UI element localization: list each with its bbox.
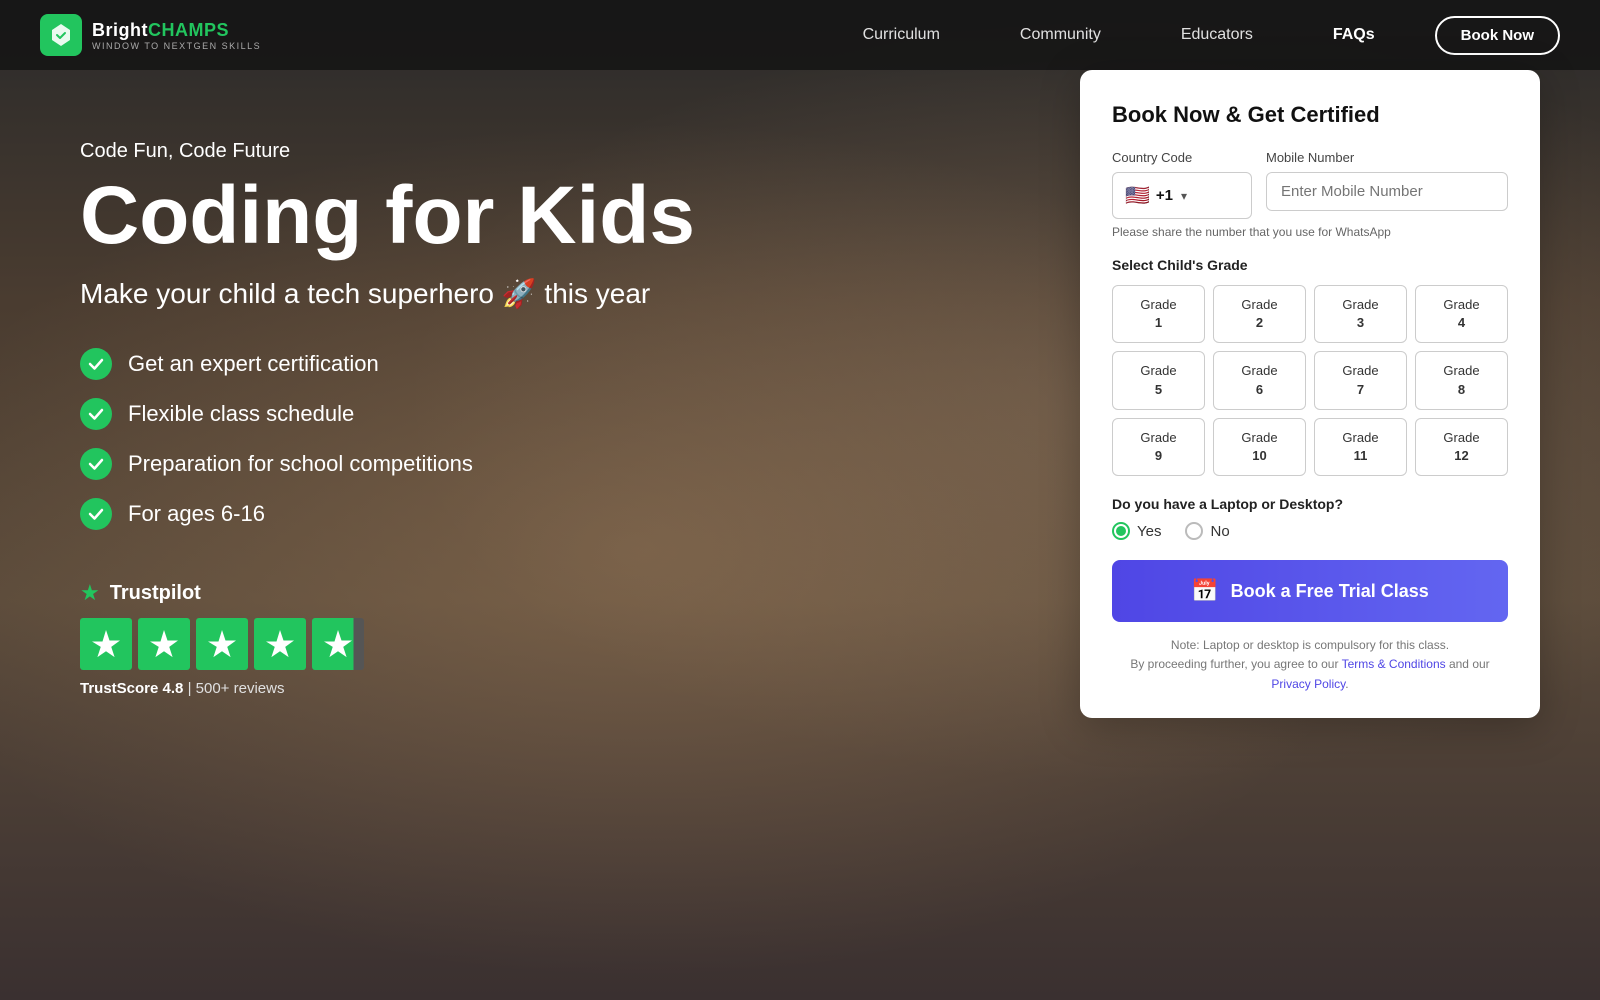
hero-title: Coding for Kids: [80, 173, 780, 259]
grade-btn-11[interactable]: Grade11: [1314, 418, 1407, 476]
form-title: Book Now & Get Certified: [1112, 102, 1508, 128]
chevron-down-icon: ▾: [1181, 189, 1187, 203]
check-icon-3: [80, 448, 112, 480]
nav-curriculum[interactable]: Curriculum: [863, 26, 940, 44]
calendar-icon: 📅: [1191, 578, 1218, 604]
book-trial-button[interactable]: 📅 Book a Free Trial Class: [1112, 560, 1508, 622]
grade-btn-10[interactable]: Grade10: [1213, 418, 1306, 476]
feature-text-3: Preparation for school competitions: [128, 451, 473, 477]
privacy-link[interactable]: Privacy Policy: [1271, 677, 1345, 691]
feature-3: Preparation for school competitions: [80, 448, 780, 480]
mobile-label: Mobile Number: [1266, 150, 1508, 165]
grade-btn-2[interactable]: Grade2: [1213, 285, 1306, 343]
features-list: Get an expert certification Flexible cla…: [80, 348, 780, 530]
radio-yes-label: Yes: [1137, 523, 1161, 540]
radio-no[interactable]: No: [1185, 522, 1229, 540]
star-4: [254, 618, 306, 670]
logo-tagline: WINDOW TO NEXTGEN SKILLS: [92, 41, 261, 51]
feature-4: For ages 6-16: [80, 498, 780, 530]
grade-btn-8[interactable]: Grade8: [1415, 351, 1508, 409]
nav-community[interactable]: Community: [1020, 26, 1101, 44]
trustscore-text: TrustScore 4.8 | 500+ reviews: [80, 680, 780, 697]
star-1: [80, 618, 132, 670]
navbar: BrightCHAMPS WINDOW TO NEXTGEN SKILLS Cu…: [0, 0, 1600, 70]
logo[interactable]: BrightCHAMPS WINDOW TO NEXTGEN SKILLS: [40, 14, 261, 56]
radio-no-label: No: [1210, 523, 1229, 540]
trustscore-separator: |: [188, 680, 196, 697]
radio-yes[interactable]: Yes: [1112, 522, 1161, 540]
check-icon-1: [80, 348, 112, 380]
grade-label: Select Child's Grade: [1112, 257, 1508, 273]
trustscore-value: 4.8: [163, 680, 184, 697]
feature-2: Flexible class schedule: [80, 398, 780, 430]
hero-content: Code Fun, Code Future Coding for Kids Ma…: [0, 70, 860, 697]
nav-educators[interactable]: Educators: [1181, 26, 1253, 44]
book-trial-label: Book a Free Trial Class: [1231, 581, 1429, 602]
check-icon-4: [80, 498, 112, 530]
hero-subtitle: Make your child a tech superhero 🚀 this …: [80, 277, 780, 310]
country-code-selector[interactable]: 🇺🇸 +1 ▾: [1112, 172, 1252, 219]
whatsapp-hint: Please share the number that you use for…: [1112, 225, 1508, 239]
grade-btn-3[interactable]: Grade3: [1314, 285, 1407, 343]
star-3: [196, 618, 248, 670]
terms-link[interactable]: Terms & Conditions: [1342, 657, 1446, 671]
grade-grid: Grade1Grade2Grade3Grade4Grade5Grade6Grad…: [1112, 285, 1508, 476]
trustpilot-stars: [80, 618, 780, 670]
logo-icon: [40, 14, 82, 56]
mobile-input[interactable]: [1266, 172, 1508, 211]
check-icon-2: [80, 398, 112, 430]
grade-btn-7[interactable]: Grade7: [1314, 351, 1407, 409]
flag-icon: 🇺🇸: [1125, 183, 1150, 208]
trustscore-label: TrustScore: [80, 680, 158, 697]
trustpilot-brand: Trustpilot: [110, 582, 201, 605]
laptop-label: Do you have a Laptop or Desktop?: [1112, 496, 1508, 512]
grade-btn-9[interactable]: Grade9: [1112, 418, 1205, 476]
grade-btn-1[interactable]: Grade1: [1112, 285, 1205, 343]
grade-btn-5[interactable]: Grade5: [1112, 351, 1205, 409]
trustscore-reviews: 500+ reviews: [196, 680, 285, 697]
logo-brand: BrightCHAMPS: [92, 20, 261, 41]
grade-btn-4[interactable]: Grade4: [1415, 285, 1508, 343]
nav-links: Curriculum Community Educators FAQs: [863, 26, 1375, 44]
star-5-half: [312, 618, 364, 670]
grade-btn-6[interactable]: Grade6: [1213, 351, 1306, 409]
hero-tagline-small: Code Fun, Code Future: [80, 140, 780, 163]
feature-text-4: For ages 6-16: [128, 501, 265, 527]
feature-text-2: Flexible class schedule: [128, 401, 354, 427]
form-note-line1: Note: Laptop or desktop is compulsory fo…: [1112, 636, 1508, 655]
booking-form-card: Book Now & Get Certified Country Code 🇺🇸…: [1080, 70, 1540, 718]
form-note-line2: By proceeding further, you agree to our …: [1112, 655, 1508, 693]
radio-no-dot: [1185, 522, 1203, 540]
feature-text-1: Get an expert certification: [128, 351, 379, 377]
nav-faqs[interactable]: FAQs: [1333, 26, 1375, 44]
country-code-label: Country Code: [1112, 150, 1252, 165]
trustpilot-section: ★ Trustpilot TrustScore 4.8 | 50: [80, 580, 780, 697]
star-2: [138, 618, 190, 670]
trustpilot-star-icon: ★: [80, 580, 100, 606]
radio-yes-dot: [1112, 522, 1130, 540]
grade-btn-12[interactable]: Grade12: [1415, 418, 1508, 476]
form-footer: Note: Laptop or desktop is compulsory fo…: [1112, 636, 1508, 694]
book-now-button[interactable]: Book Now: [1435, 16, 1560, 55]
country-code-value: +1: [1156, 187, 1173, 204]
feature-1: Get an expert certification: [80, 348, 780, 380]
laptop-radio-group: Yes No: [1112, 522, 1508, 540]
